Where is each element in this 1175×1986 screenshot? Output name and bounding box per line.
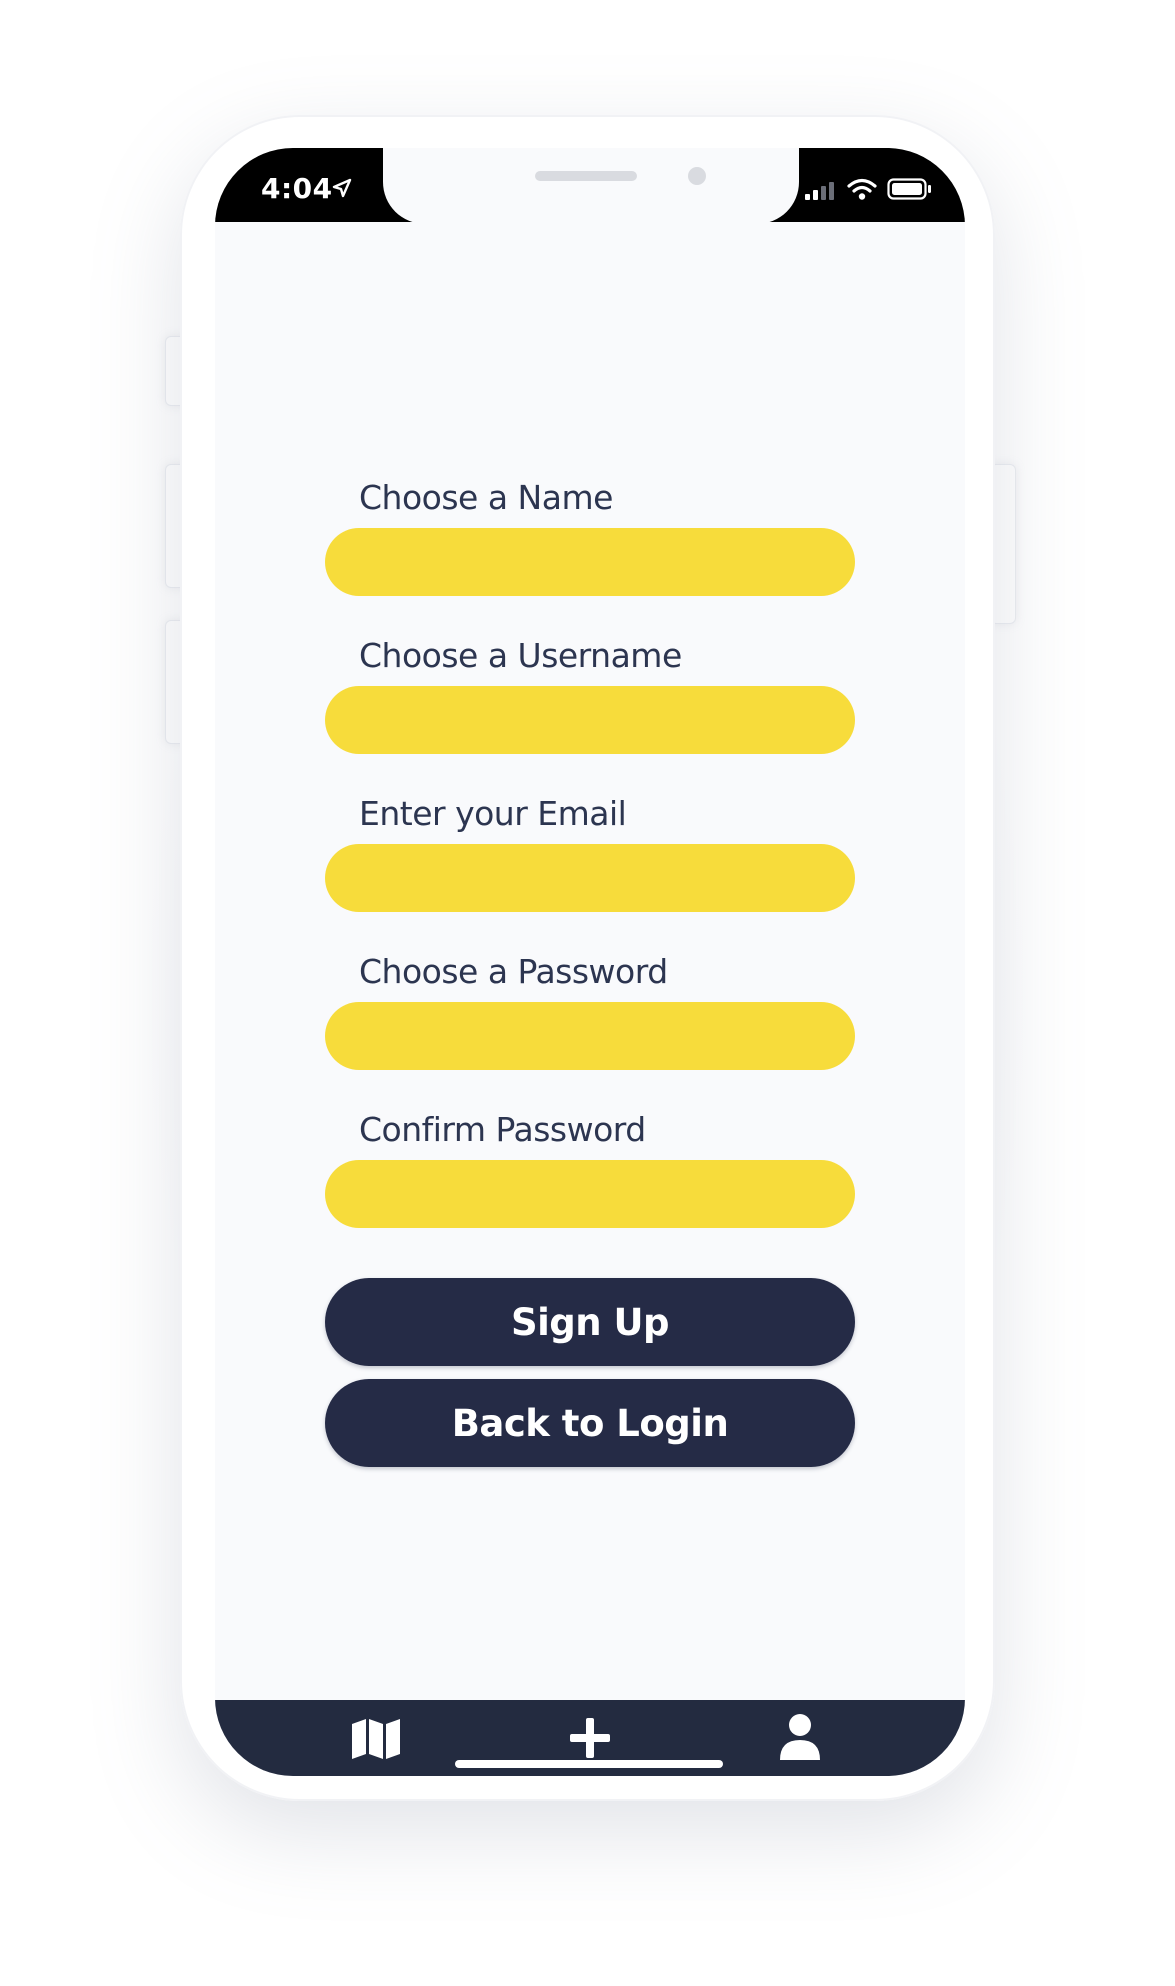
cellular-signal-icon <box>805 182 834 200</box>
device-notch <box>383 148 799 224</box>
wifi-icon <box>847 178 877 200</box>
earpiece-speaker <box>535 171 637 181</box>
username-input[interactable] <box>325 686 855 754</box>
mockup-stage: 4:04 Choose a Name Choose a Username Ent… <box>0 0 1175 1986</box>
signup-form: Choose a Name Choose a Username Enter yo… <box>325 478 855 1268</box>
confirm-password-label: Confirm Password <box>359 1110 646 1149</box>
status-time: 4:04 <box>261 172 333 205</box>
user-icon[interactable] <box>778 1712 822 1762</box>
sign-up-button[interactable]: Sign Up <box>325 1278 855 1366</box>
home-indicator[interactable] <box>455 1760 723 1768</box>
username-label: Choose a Username <box>359 636 682 675</box>
plus-icon[interactable] <box>568 1716 612 1760</box>
email-label: Enter your Email <box>359 794 627 833</box>
name-label: Choose a Name <box>359 478 613 517</box>
password-label: Choose a Password <box>359 952 668 991</box>
status-icons <box>805 178 933 200</box>
name-input[interactable] <box>325 528 855 596</box>
phone-screen: 4:04 Choose a Name Choose a Username Ent… <box>215 148 965 1776</box>
back-to-login-button[interactable]: Back to Login <box>325 1379 855 1467</box>
password-input[interactable] <box>325 1002 855 1070</box>
map-icon[interactable] <box>350 1718 402 1760</box>
location-arrow-icon <box>332 178 352 198</box>
email-input[interactable] <box>325 844 855 912</box>
battery-icon <box>887 178 931 200</box>
front-camera <box>688 167 706 185</box>
confirm-password-input[interactable] <box>325 1160 855 1228</box>
